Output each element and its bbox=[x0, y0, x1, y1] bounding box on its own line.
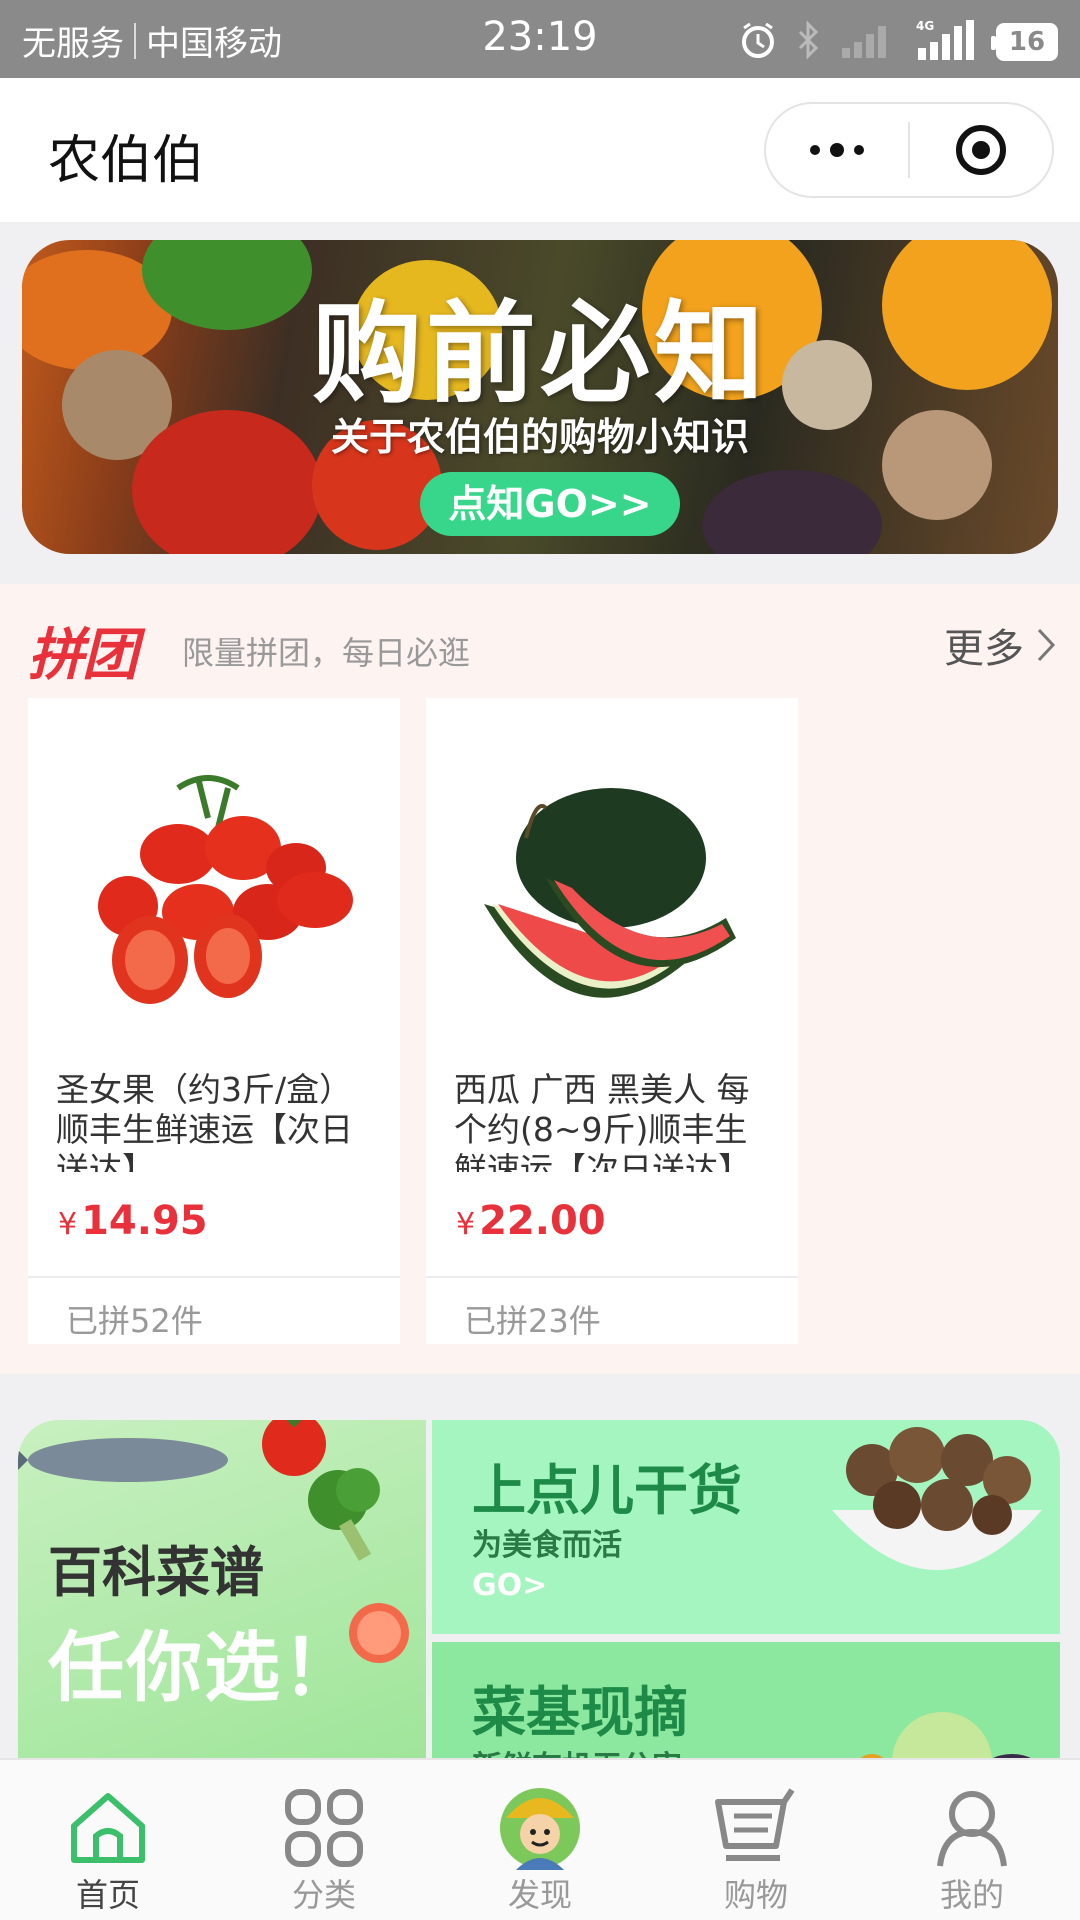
bottom-tab-bar: 首页 分类 发现 购物 我的 bbox=[0, 1758, 1080, 1920]
tab-category-label: 分类 bbox=[291, 1876, 356, 1914]
sold-count: 已拼52件 bbox=[66, 1302, 203, 1340]
category-icon bbox=[285, 1789, 363, 1867]
banner-subtitle: 关于农伯伯的购物小知识 bbox=[330, 415, 749, 459]
promo-banner[interactable]: 购前必知 关于农伯伯的购物小知识 点知GO>> bbox=[22, 240, 1058, 554]
tab-home-label: 首页 bbox=[75, 1876, 140, 1914]
recipe-tile-line2: 任你选！ bbox=[48, 1623, 360, 1712]
group-buy-subtitle: 限量拼团，每日必逛 bbox=[182, 634, 471, 672]
product-card[interactable]: 圣女果（约3斤/盒）顺丰生鲜速运【次日送达】 ¥14.95 已拼52件 bbox=[28, 698, 400, 1344]
tab-profile-label: 我的 bbox=[939, 1876, 1004, 1914]
more-dots-icon bbox=[810, 143, 864, 157]
broccoli-illustration bbox=[308, 1468, 380, 1561]
price-value: 14.95 bbox=[81, 1198, 208, 1244]
dried-goods-tile[interactable]: 上点儿干货 为美食而活 GO> bbox=[432, 1420, 1060, 1634]
tab-discover[interactable]: 发现 bbox=[432, 1760, 648, 1920]
sold-count: 已拼23件 bbox=[464, 1302, 601, 1340]
tab-discover-label: 发现 bbox=[507, 1876, 572, 1914]
product-image-cherry-tomato bbox=[28, 698, 400, 1048]
dried-goods-go: GO> bbox=[472, 1568, 548, 1603]
banner-go-button[interactable]: 点知GO>> bbox=[420, 472, 680, 536]
product-card[interactable]: 西瓜 广西 黑美人 每个约(8~9斤)顺丰生鲜速运【次日送达】 ¥22.00 已… bbox=[426, 698, 798, 1344]
svg-text:4G: 4G bbox=[916, 19, 934, 33]
group-buy-logo: 拼团 bbox=[28, 623, 138, 688]
more-button[interactable] bbox=[766, 104, 908, 196]
tab-cart[interactable]: 购物 bbox=[648, 1760, 864, 1920]
status-bar: 无服务 中国移动 23:19 4G 16 bbox=[0, 0, 1080, 78]
recipe-tile[interactable]: 百科菜谱 任你选！ bbox=[18, 1420, 426, 1760]
card-divider bbox=[28, 1276, 400, 1278]
price-value: 22.00 bbox=[479, 1198, 606, 1244]
recipe-tile-line1: 百科菜谱 bbox=[48, 1541, 264, 1604]
group-buy-section: 拼团 限量拼团，每日必逛 更多 圣女果（约3斤/盒）顺丰生鲜速运【次日送达】 ¥… bbox=[0, 584, 1080, 1374]
signal-4g-icon: 4G bbox=[914, 18, 978, 66]
cart-icon bbox=[715, 1788, 795, 1861]
fresh-picked-title: 菜基现摘 bbox=[472, 1681, 688, 1744]
bluetooth-icon bbox=[796, 20, 822, 64]
close-button[interactable] bbox=[910, 104, 1052, 196]
tab-profile[interactable]: 我的 bbox=[864, 1760, 1080, 1920]
mini-program-nav-bar: 农伯伯 bbox=[0, 78, 1080, 222]
card-divider bbox=[426, 1276, 798, 1278]
more-label: 更多 bbox=[944, 626, 1024, 672]
dried-goods-title: 上点儿干货 bbox=[472, 1459, 742, 1522]
chevron-right-icon bbox=[1037, 628, 1056, 662]
fish-illustration bbox=[18, 1438, 228, 1482]
cabbage-illustration bbox=[858, 1712, 1035, 1760]
product-name: 圣女果（约3斤/盒）顺丰生鲜速运【次日送达】 bbox=[56, 1070, 353, 1172]
target-close-icon bbox=[955, 125, 1006, 175]
dried-goods-subtitle: 为美食而活 bbox=[472, 1528, 622, 1563]
product-name: 西瓜 广西 黑美人 每个约(8~9斤)顺丰生鲜速运【次日送达】 bbox=[454, 1070, 751, 1172]
tab-home[interactable]: 首页 bbox=[0, 1760, 216, 1920]
product-price: ¥14.95 bbox=[58, 1198, 208, 1244]
product-image-watermelon bbox=[426, 698, 798, 1048]
user-icon bbox=[937, 1791, 1007, 1867]
farmer-avatar-icon bbox=[500, 1788, 580, 1870]
product-price: ¥22.00 bbox=[456, 1198, 606, 1244]
more-link[interactable]: 更多 bbox=[944, 616, 1056, 674]
tab-cart-label: 购物 bbox=[723, 1876, 788, 1914]
signal-weak-icon bbox=[840, 20, 896, 64]
banner-title: 购前必知 bbox=[312, 290, 768, 418]
status-icons: 4G 16 bbox=[738, 18, 1058, 66]
tab-category[interactable]: 分类 bbox=[216, 1760, 432, 1920]
capsule-menu bbox=[764, 102, 1054, 198]
alarm-icon bbox=[738, 20, 778, 64]
promo-tiles: 百科菜谱 任你选！ 上点儿干货 为美食而活 GO> 菜基现摘 新鲜有机无公害 bbox=[0, 1420, 1080, 1760]
fresh-picked-tile[interactable]: 菜基现摘 新鲜有机无公害 bbox=[432, 1642, 1060, 1760]
currency-symbol: ¥ bbox=[58, 1207, 78, 1242]
shiitake-bowl-illustration bbox=[832, 1427, 1042, 1570]
battery-icon: 16 bbox=[991, 23, 1058, 61]
currency-symbol: ¥ bbox=[456, 1207, 476, 1242]
page-title: 农伯伯 bbox=[48, 131, 205, 191]
eggplant-shape bbox=[702, 470, 882, 554]
home-icon bbox=[71, 1793, 145, 1863]
